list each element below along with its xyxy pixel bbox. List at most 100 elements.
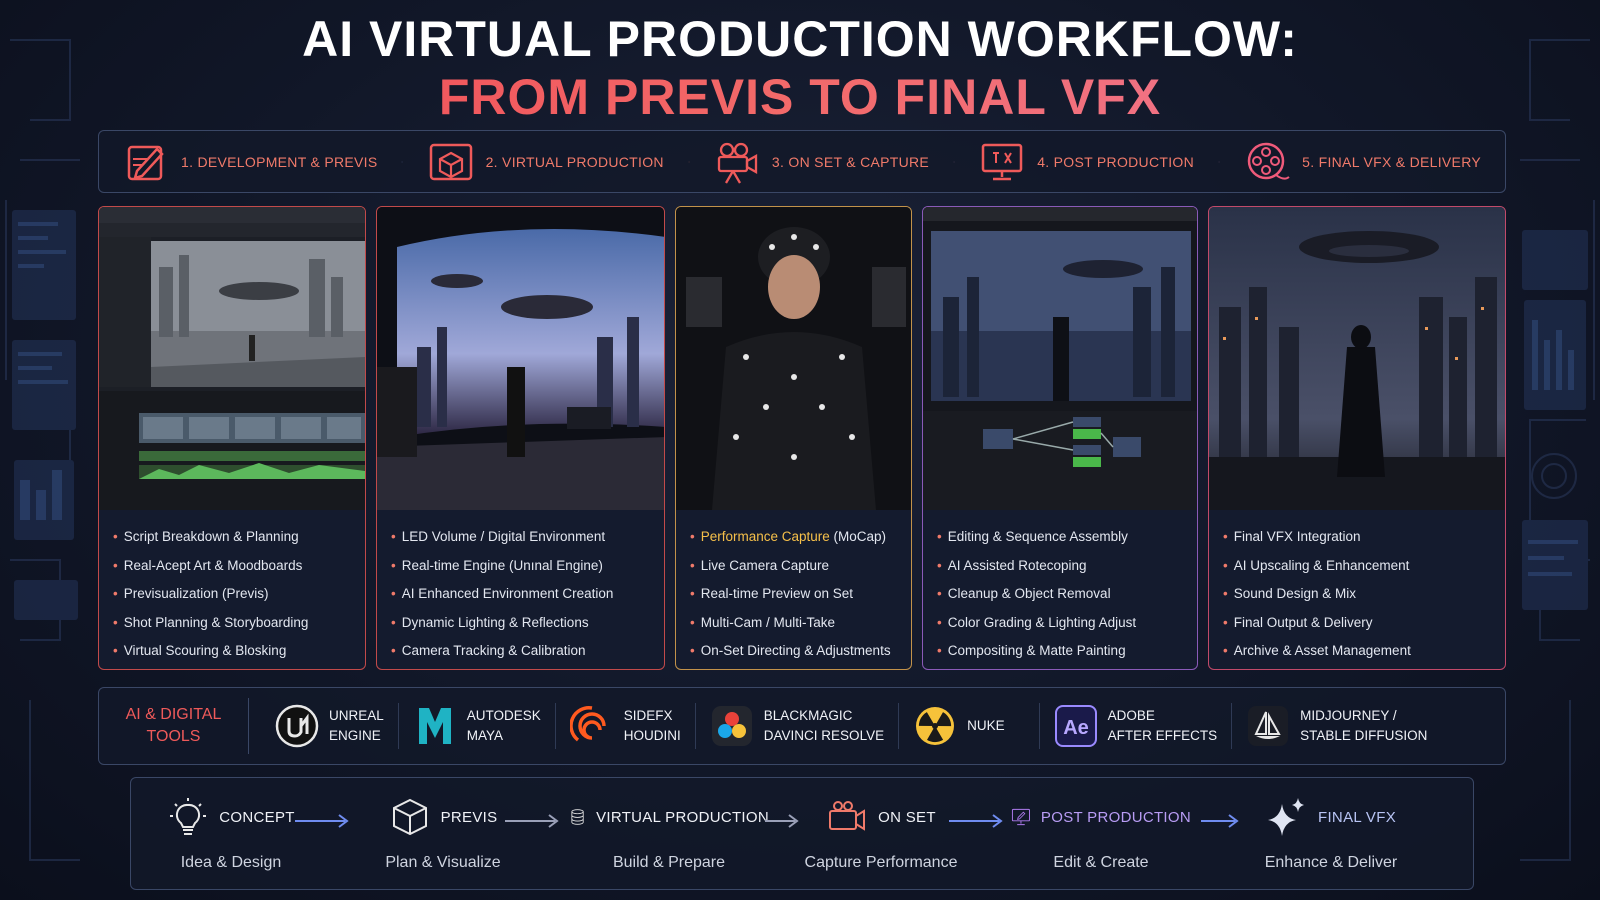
arrow-right-icon	[505, 814, 559, 828]
card-on-set: Performance Capture (MoCap) Live Camera …	[675, 206, 912, 670]
card-bullets: Performance Capture (MoCap) Live Camera …	[690, 523, 903, 666]
card-final-vfx: Final VFX Integration AI Upscaling & Enh…	[1208, 206, 1506, 670]
tool-label-1: AUTODESK	[466, 708, 541, 723]
tool-label-2: STABLE DIFFUSION	[1300, 728, 1428, 743]
workflow-flow: CONCEPT Idea & Design PREVIS Plan & Visu…	[130, 777, 1474, 890]
highlight-text: Performance Capture	[700, 529, 830, 544]
tool-unreal-engine: UNREAL ENGINE	[249, 704, 398, 748]
list-item: Color Grading & Lighting Adjust	[937, 609, 1189, 638]
highlight-rest: (MoCap)	[829, 529, 887, 544]
stage-label: 5. FINAL VFX & DELIVERY	[1302, 153, 1481, 170]
list-item: Compositing & Matte Painting	[937, 637, 1189, 666]
flow-step-sub: Capture Performance	[804, 854, 958, 871]
tools-title-line1: AI & DIGITAL	[125, 706, 222, 723]
tool-after-effects: Ae ADOBE AFTER EFFECTS	[1040, 704, 1232, 748]
tool-label-1: BLACKMAGIC	[763, 708, 853, 723]
stage-label: 2. VIRTUAL PRODUCTION	[485, 153, 664, 170]
stage-bar: 1. DEVELOPMENT & PREVIS 2. VIRTUAL PRODU…	[98, 130, 1506, 193]
flow-step-sub: Edit & Create	[1053, 854, 1149, 871]
card-post-production: Editing & Sequence Assembly AI Assisted …	[922, 206, 1198, 670]
tool-label-1: NUKE	[967, 718, 1005, 733]
list-item: Cleanup & Object Removal	[937, 580, 1189, 609]
list-item: Real-Acept Art & Moodboards	[113, 552, 357, 581]
tool-label-2: MAYA	[466, 728, 504, 743]
circuit-decoration-left	[5, 39, 80, 861]
list-item: AI Enhanced Environment Creation	[391, 580, 656, 609]
after-effects-text: Ae	[1063, 717, 1089, 739]
arrow-right-icon	[401, 161, 404, 162]
flow-step-on-set: ON SET Capture Performance	[801, 792, 961, 872]
tool-label-2: HOUDINI	[623, 728, 681, 743]
list-item: Live Camera Capture	[690, 552, 903, 581]
page-title: AI VIRTUAL PRODUCTION WORKFLOW:	[302, 11, 1298, 67]
list-item: AI Upscaling & Enhancement	[1223, 552, 1497, 581]
after-effects-icon: Ae	[1054, 705, 1097, 747]
sparkle-icon	[1268, 798, 1304, 836]
camera-icon	[829, 801, 866, 831]
tools-title: AI & DIGITAL TOOLS	[99, 698, 249, 754]
unreal-engine-icon	[275, 704, 319, 748]
film-camera-icon	[717, 142, 758, 184]
list-item: On-Set Directing & Adjustments	[690, 637, 903, 666]
stage-label: 3. ON SET & CAPTURE	[771, 153, 930, 170]
davinci-resolve-icon	[711, 706, 752, 746]
arrow-right-icon	[295, 814, 349, 828]
flow-step-virtual-production: VIRTUAL PRODUCTION Build & Prepare	[569, 792, 769, 872]
tool-midjourney: MIDJOURNEY / STABLE DIFFUSION	[1232, 704, 1441, 748]
flow-step-concept: CONCEPT Idea & Design	[151, 792, 311, 872]
card-virtual-production: LED Volume / Digital Environment Real-ti…	[376, 206, 665, 670]
tools-bar: AI & DIGITAL TOOLS UNREAL ENGINE AUTODESK…	[98, 687, 1506, 765]
tool-davinci-resolve: BLACKMAGIC DAVINCI RESOLVE	[696, 704, 898, 748]
previs-software-image	[99, 207, 365, 510]
tool-label-1: ADOBE	[1107, 708, 1155, 723]
list-item: Camera Tracking & Calibration	[391, 637, 656, 666]
flow-step-name: CONCEPT	[219, 808, 295, 826]
cube-icon	[392, 798, 427, 836]
arrow-right-icon	[765, 814, 799, 828]
houdini-icon	[569, 706, 606, 742]
flow-step-previs: PREVIS Plan & Visualize	[353, 792, 533, 872]
arrow-right-icon	[687, 161, 690, 162]
list-item: Script Breakdown & Planning	[113, 523, 357, 552]
tool-nuke: NUKE	[899, 704, 1039, 748]
tool-label-2: AFTER EFFECTS	[1107, 728, 1218, 743]
flow-step-name: VIRTUAL PRODUCTION	[596, 808, 769, 826]
midjourney-icon	[1248, 706, 1289, 746]
list-item: Real-time Preview on Set	[690, 580, 903, 609]
list-item: Sound Design & Mix	[1223, 580, 1497, 609]
tool-maya: AUTODESK MAYA	[399, 704, 555, 748]
mocap-actor-image	[676, 207, 911, 510]
arrow-right-icon	[1201, 814, 1239, 828]
list-item: Multi-Cam / Multi-Take	[690, 609, 903, 638]
flow-step-final-vfx: FINAL VFX Enhance & Deliver	[1251, 792, 1411, 872]
final-vfx-image	[1209, 207, 1505, 510]
list-item: LED Volume / Digital Environment	[391, 523, 656, 552]
tools-title-line2: TOOLS	[146, 728, 201, 745]
card-bullets: Editing & Sequence Assembly AI Assisted …	[937, 523, 1189, 666]
maya-icon	[418, 708, 451, 744]
circuit-decoration-right	[1520, 39, 1595, 861]
flow-step-name: POST PRODUCTION	[1040, 808, 1191, 826]
tool-houdini: SIDEFX HOUDINI	[556, 704, 695, 748]
list-item: Final Output & Delivery	[1223, 609, 1497, 638]
arrow-right-icon	[949, 814, 1003, 828]
card-bullets: Final VFX Integration AI Upscaling & Enh…	[1223, 523, 1497, 666]
compositing-software-image	[923, 207, 1197, 510]
list-item: Final VFX Integration	[1223, 523, 1497, 552]
tool-label-2: ENGINE	[329, 728, 381, 743]
flow-step-sub: Plan & Visualize	[385, 854, 501, 871]
monitor-icon	[981, 143, 1023, 180]
flow-step-post-production: POST PRODUCTION Edit & Create	[1011, 792, 1191, 872]
flow-step-sub: Enhance & Deliver	[1264, 854, 1398, 871]
flow-step-name: ON SET	[878, 808, 936, 826]
database-icon	[571, 809, 584, 825]
stage-virtual-production: 2. VIRTUAL PRODUCTION	[428, 139, 664, 185]
monitor-edit-icon	[1011, 808, 1030, 826]
flow-step-sub: Idea & Design	[180, 854, 282, 871]
tool-label-1: SIDEFX	[623, 708, 673, 723]
list-item: Editing & Sequence Assembly	[937, 523, 1189, 552]
list-item-highlight: Performance Capture (MoCap)	[690, 523, 903, 552]
flow-step-sub: Build & Prepare	[612, 854, 726, 871]
card-bullets: Script Breakdown & Planning Real-Acept A…	[113, 523, 357, 666]
tool-label-2: DAVINCI RESOLVE	[763, 728, 885, 743]
